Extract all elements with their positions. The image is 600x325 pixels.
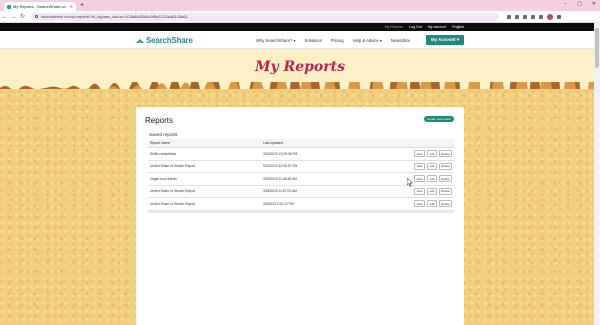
col-report-name: Report Name [150,141,171,145]
profile-avatar[interactable] [547,13,553,20]
report-name[interactable]: Shifts competitors [148,152,263,156]
minimize-button[interactable]: − [564,1,567,7]
table-footer-rule [148,210,454,213]
window-controls: − ▢ ✕ [564,1,596,7]
mouse-cursor-icon [407,178,413,187]
sidebar-icon[interactable] [539,14,543,19]
edit-button[interactable]: edit [427,200,437,208]
util-my-account-link[interactable]: My account [428,25,446,29]
col-last-updated: Last updated [263,141,283,145]
back-icon[interactable]: ← [0,14,9,20]
nav-why[interactable]: Why SearchShare? ▾ [256,38,296,43]
delete-button[interactable]: Delete [439,162,452,170]
edit-button[interactable]: edit [427,187,437,195]
view-button[interactable]: view [414,162,425,170]
view-button[interactable]: view [414,187,425,195]
report-name[interactable]: Vegan food trends [148,177,263,181]
edit-button[interactable]: edit [427,150,437,158]
report-updated: 3/30/2023 11:38:48 AM [263,176,297,181]
forward-icon[interactable]: → [9,14,18,20]
report-updated: 3/16/2023 12:25:08 PM [263,151,298,156]
nav-help[interactable]: Help & Advice ▾ [353,38,382,43]
util-logout-link[interactable]: Log Out [409,25,422,29]
table-row: United Share of Search Report 3/3/2023 2… [148,198,454,211]
lock-icon [35,15,38,18]
table-row: United Share of Search Report 3/28/2023 … [148,186,454,198]
puzzle-icon[interactable] [531,14,535,19]
reports-card: Reports Create new report Saved reports … [136,107,464,325]
address-bar: ← → ↻ searchshare.co/my-reports/?nl_bypa… [0,11,600,23]
reload-icon[interactable]: ↻ [18,13,27,20]
browser-tab[interactable]: My Reports - SearchShare.co ✕ [4,2,76,11]
edit-button[interactable]: edit [427,162,437,170]
report-updated: 9/22/2022 12:05:37 PM [263,164,298,169]
reports-table: Report Name Last updated Shifts competit… [148,139,454,213]
delete-button[interactable]: Delete [439,200,452,208]
delete-button[interactable]: Delete [439,175,452,183]
my-account-button[interactable]: My Account ▾ [426,35,464,45]
report-updated: 3/28/2023 11:57:02 AM [263,189,297,194]
browser-tabbar: My Reports - SearchShare.co ✕ + − ▢ ✕ [0,0,600,11]
nav-solutions[interactable]: Solutions [305,38,322,43]
tab-title: My Reports - SearchShare.co [13,4,66,9]
menu-dots-icon[interactable] [557,14,561,19]
nav-pricing[interactable]: Pricing [331,38,344,43]
delete-button[interactable]: Delete [439,187,452,195]
report-updated: 3/3/2023 2:51:12 PM [263,201,294,206]
report-name[interactable]: United Share of Search Report [148,202,263,206]
extension-icon[interactable] [523,14,527,19]
scrollbar-thumb[interactable] [595,28,599,68]
share-icon[interactable] [507,14,511,19]
table-header: Report Name Last updated [148,139,454,148]
bookmark-star-icon[interactable] [515,14,519,19]
nav-newsslice[interactable]: NewsSlice [391,38,411,43]
saved-reports-heading: Saved reports [149,132,178,137]
url-text: searchshare.co/my-reports/?nl_bypass_cac… [41,14,188,19]
browser-toolbar [507,13,561,20]
tab-close-icon[interactable]: ✕ [70,4,73,9]
site-logo[interactable]: SearchShare [136,36,193,45]
delete-button[interactable]: Delete [439,150,452,158]
favicon-icon [7,4,11,9]
maximize-button[interactable]: ▢ [577,1,582,7]
util-my-reports-link[interactable]: My Reports [385,25,403,29]
logo-icon [136,38,144,43]
site-header: SearchShare Why SearchShare? ▾ Solutions… [0,31,600,49]
table-row: United Share of Search Report 9/22/2022 … [148,161,454,173]
table-row: Shifts competitors 3/16/2023 12:25:08 PM… [148,148,454,161]
page-title: My Reports [255,59,345,75]
new-tab-button[interactable]: + [80,2,84,9]
report-name[interactable]: United Share of Search Report [148,189,263,193]
report-name[interactable]: United Share of Search Report [148,164,263,168]
url-field[interactable]: searchshare.co/my-reports/?nl_bypass_cac… [31,12,499,21]
view-button[interactable]: view [414,150,425,158]
view-button[interactable]: view [414,175,425,183]
reports-title: Reports [145,116,174,125]
create-report-button[interactable]: Create new report [424,116,454,122]
view-button[interactable]: view [414,200,425,208]
page-scrollbar[interactable] [594,23,600,325]
logo-text: SearchShare [146,36,193,45]
close-window-button[interactable]: ✕ [592,1,596,7]
util-language-link[interactable]: English [452,25,464,29]
main-nav: Why SearchShare? ▾ Solutions Pricing Hel… [256,38,411,43]
utility-bar: My Reports Log Out My account English [0,23,600,31]
edit-button[interactable]: edit [427,175,437,183]
